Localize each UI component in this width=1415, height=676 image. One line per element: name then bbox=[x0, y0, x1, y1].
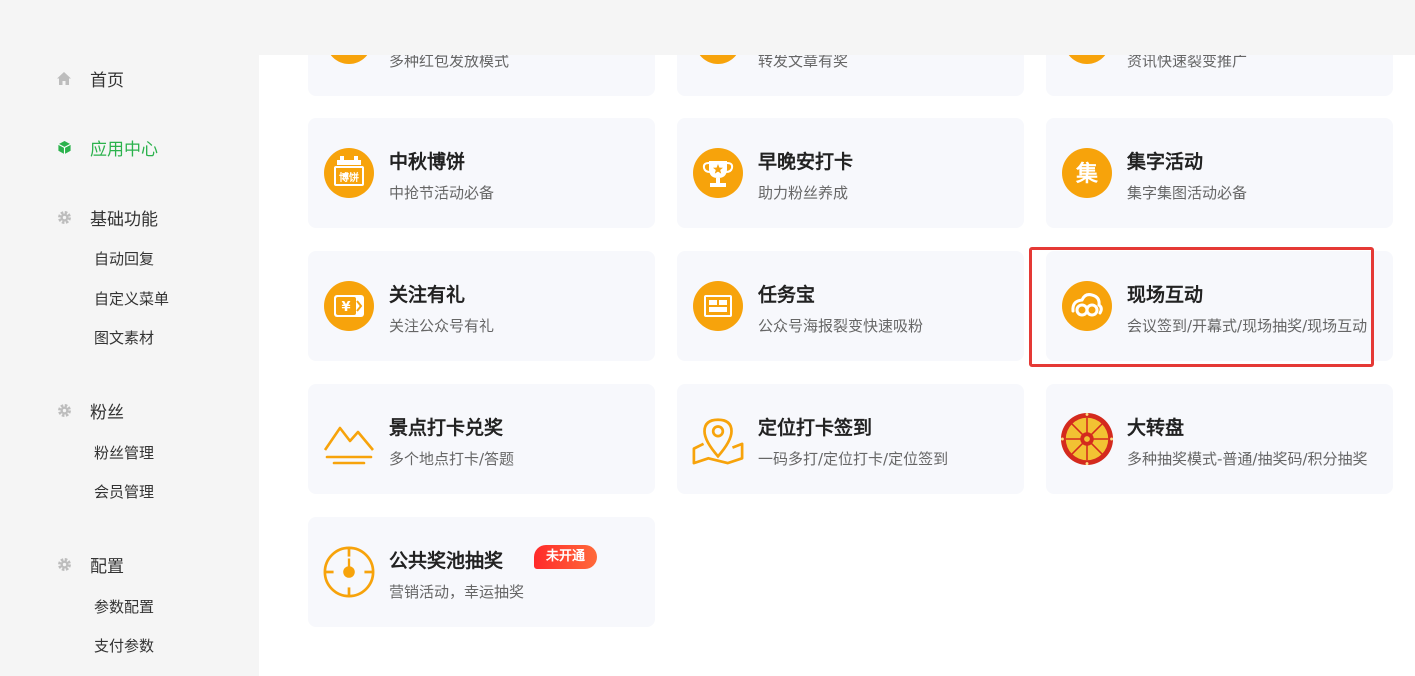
app-card-desc: 助力粉丝养成 bbox=[758, 184, 849, 202]
app-card-red-packet[interactable]: 多种红包发放模式 bbox=[308, 55, 655, 96]
sidebar-item-app-center[interactable]: 应用中心 bbox=[56, 135, 158, 160]
coin-icon bbox=[1060, 55, 1114, 68]
gear-icon bbox=[56, 556, 72, 572]
sidebar-item-label: 基础功能 bbox=[90, 209, 158, 230]
coin-icon bbox=[322, 55, 376, 68]
mooncake-icon: 博饼 bbox=[322, 146, 376, 200]
app-card-title: 关注有礼 bbox=[389, 284, 466, 306]
coin-icon bbox=[691, 55, 745, 68]
sidebar-item-basic-functions[interactable]: 基础功能 bbox=[56, 205, 158, 230]
svg-text:¥: ¥ bbox=[341, 300, 350, 315]
svg-text:集: 集 bbox=[1075, 161, 1099, 187]
app-card-big-wheel[interactable]: 大转盘 多种抽奖模式-普通/抽奖码/积分抽奖 bbox=[1046, 384, 1393, 494]
app-card-scenic-checkin[interactable]: 景点打卡兑奖 多个地点打卡/答题 bbox=[308, 384, 655, 494]
sidebar-item-fans[interactable]: 粉丝 bbox=[56, 398, 124, 423]
mountain-icon bbox=[322, 412, 376, 466]
app-card-follow-gift[interactable]: ¥ 关注有礼 关注公众号有礼 bbox=[308, 251, 655, 361]
app-card-desc: 中抢节活动必备 bbox=[389, 184, 495, 202]
app-card-title: 公共奖池抽奖 bbox=[389, 550, 504, 572]
app-card-news-promotion[interactable]: 资讯快速裂变推广 bbox=[1046, 55, 1393, 96]
sidebar-subitem-parameters[interactable]: 参数配置 bbox=[94, 597, 154, 617]
sidebar-subitem-auto-reply[interactable]: 自动回复 bbox=[94, 249, 154, 269]
cube-icon bbox=[56, 139, 72, 155]
app-card-public-prize-pool[interactable]: 公共奖池抽奖 未开通 营销活动，幸运抽奖 bbox=[308, 517, 655, 627]
status-badge: 未开通 bbox=[534, 545, 598, 569]
app-card-title: 大转盘 bbox=[1127, 417, 1185, 439]
app-card-title: 现场互动 bbox=[1127, 284, 1204, 306]
app-card-morning-evening-checkin[interactable]: 早晚安打卡 助力粉丝养成 bbox=[677, 118, 1024, 228]
app-card-desc: 多种红包发放模式 bbox=[389, 55, 510, 70]
app-card-desc: 关注公众号有礼 bbox=[389, 317, 495, 335]
app-card-desc: 资讯快速裂变推广 bbox=[1127, 55, 1248, 70]
task-box-icon bbox=[691, 279, 745, 333]
svg-text:博饼: 博饼 bbox=[339, 171, 359, 184]
app-card-collect-characters[interactable]: 集 集字活动 集字集图活动必备 bbox=[1046, 118, 1393, 228]
app-card-live-interaction[interactable]: 现场互动 会议签到/开幕式/现场抽奖/现场互动 bbox=[1046, 251, 1393, 361]
cloud-loop-icon bbox=[1060, 279, 1114, 333]
gift-card-icon: ¥ bbox=[322, 279, 376, 333]
app-card-task-treasure[interactable]: 任务宝 公众号海报裂变快速吸粉 bbox=[677, 251, 1024, 361]
app-card-title: 景点打卡兑奖 bbox=[389, 417, 504, 439]
sidebar-subitem-fan-management[interactable]: 粉丝管理 bbox=[94, 443, 154, 463]
app-card-desc: 公众号海报裂变快速吸粉 bbox=[758, 317, 924, 335]
sidebar-item-label: 粉丝 bbox=[90, 402, 124, 423]
app-card-desc: 一码多打/定位打卡/定位签到 bbox=[758, 450, 949, 468]
app-card-title: 集字活动 bbox=[1127, 151, 1204, 173]
sidebar-item-home[interactable]: 首页 bbox=[56, 66, 124, 91]
trophy-icon bbox=[691, 146, 745, 200]
wheel-icon bbox=[1060, 412, 1114, 466]
sidebar-item-label: 首页 bbox=[90, 70, 124, 91]
sidebar-subitem-member-management[interactable]: 会员管理 bbox=[94, 482, 154, 502]
app-card-desc: 多种抽奖模式-普通/抽奖码/积分抽奖 bbox=[1127, 450, 1368, 468]
sidebar-item-label: 应用中心 bbox=[90, 139, 158, 160]
app-card-title: 定位打卡签到 bbox=[758, 417, 873, 439]
sidebar-subitem-payment-parameters[interactable]: 支付参数 bbox=[94, 636, 154, 656]
app-card-title: 中秋博饼 bbox=[389, 151, 466, 173]
app-card-desc: 营销活动，幸运抽奖 bbox=[389, 583, 525, 601]
app-card-desc: 集字集图活动必备 bbox=[1127, 184, 1248, 202]
home-icon bbox=[56, 70, 72, 86]
app-card-mid-autumn-bobing[interactable]: 博饼 中秋博饼 中抢节活动必备 bbox=[308, 118, 655, 228]
sidebar-item-label: 配置 bbox=[90, 556, 124, 577]
ji-character-icon: 集 bbox=[1060, 146, 1114, 200]
app-card-title: 任务宝 bbox=[758, 284, 816, 306]
sidebar-item-settings[interactable]: 配置 bbox=[56, 552, 124, 577]
gear-icon bbox=[56, 209, 72, 225]
location-map-icon bbox=[691, 412, 745, 466]
sidebar-subitem-custom-menu[interactable]: 自定义菜单 bbox=[94, 289, 169, 309]
app-card-desc: 转发文章有奖 bbox=[758, 55, 849, 70]
gear-icon bbox=[56, 402, 72, 418]
app-grid: 多种红包发放模式 转发文章有奖 资讯快速裂变推广 博饼 中秋博饼 中抢节活动必备… bbox=[259, 55, 1415, 676]
app-card-desc: 多个地点打卡/答题 bbox=[389, 450, 515, 468]
app-card-location-checkin[interactable]: 定位打卡签到 一码多打/定位打卡/定位签到 bbox=[677, 384, 1024, 494]
target-icon bbox=[322, 545, 376, 599]
app-card-share-article[interactable]: 转发文章有奖 bbox=[677, 55, 1024, 96]
app-card-title: 早晚安打卡 bbox=[758, 151, 854, 173]
sidebar-subitem-media-library[interactable]: 图文素材 bbox=[94, 328, 154, 348]
sidebar: 首页 应用中心 基础功能 自动回复 自定义菜单 图文素材 粉丝 粉丝管理 会员管… bbox=[0, 0, 259, 676]
app-card-desc: 会议签到/开幕式/现场抽奖/现场互动 bbox=[1127, 317, 1368, 335]
